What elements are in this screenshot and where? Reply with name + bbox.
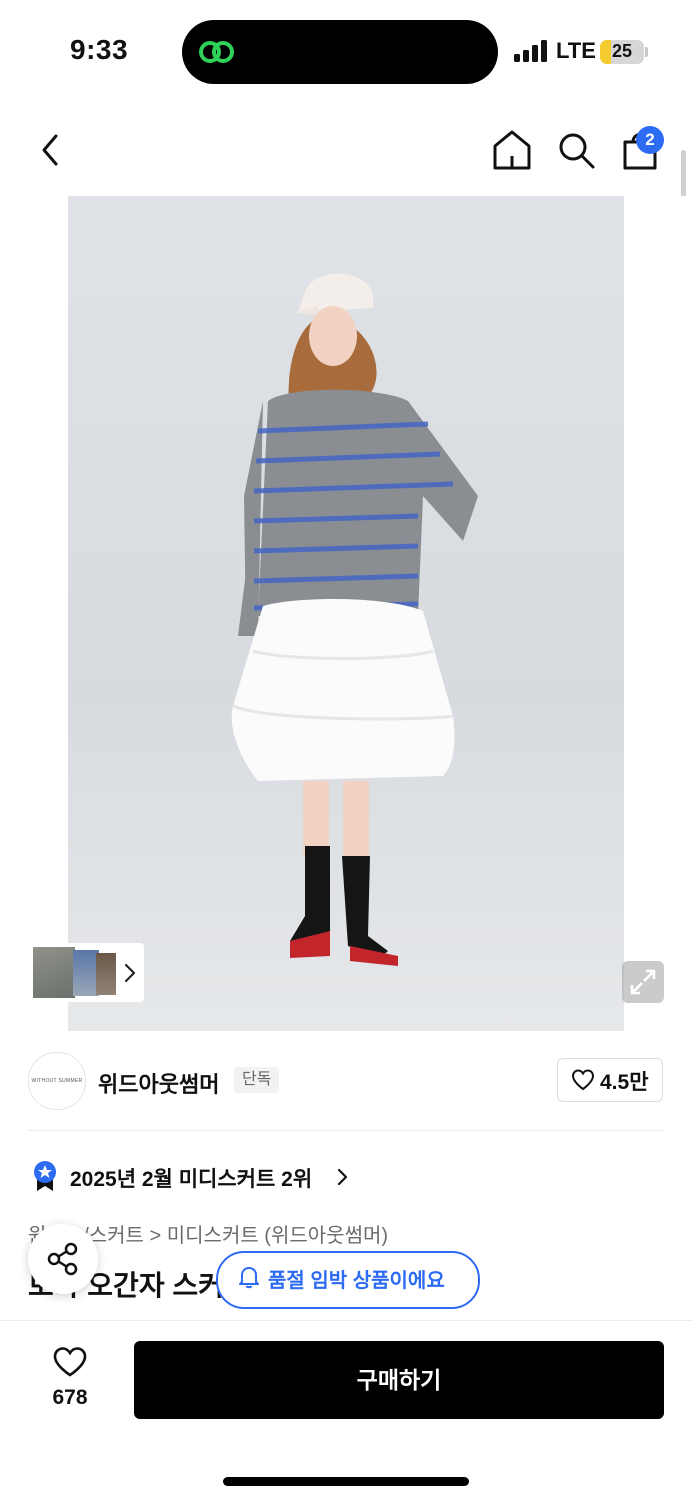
star-badge-icon [34, 1161, 56, 1191]
buy-button[interactable]: 구매하기 [134, 1341, 664, 1419]
cart-count-badge: 2 [636, 126, 664, 154]
brand-name[interactable]: 위드아웃썸머 [98, 1067, 219, 1099]
divider [28, 1130, 664, 1131]
product-image[interactable] [68, 196, 624, 1031]
chevron-right-icon[interactable] [336, 1168, 348, 1186]
battery-percent: 25 [611, 41, 633, 61]
link-icon [199, 41, 234, 63]
back-icon[interactable] [34, 130, 68, 170]
network-type: LTE [556, 38, 596, 63]
gallery-thumbnail-1[interactable] [33, 947, 75, 998]
battery-nub [645, 47, 648, 57]
signal-icon [514, 40, 547, 62]
search-icon[interactable] [556, 130, 596, 170]
expand-image-button[interactable] [622, 961, 664, 1003]
home-icon[interactable] [492, 128, 532, 172]
expand-icon [630, 969, 656, 995]
heart-icon [571, 1069, 595, 1091]
heart-icon [53, 1347, 87, 1377]
model-illustration [231, 273, 478, 966]
brand-like-count: 4.5만 [600, 1071, 649, 1094]
status-time: 9:33 [70, 34, 129, 65]
stock-alert-text: 품절 임박 상품이에요 [268, 1270, 445, 1292]
battery-icon: 25 [600, 40, 644, 64]
home-indicator[interactable] [223, 1477, 469, 1486]
chevron-right-icon[interactable] [124, 963, 136, 983]
brand-logo[interactable]: WITHOUT SUMMER [28, 1052, 86, 1110]
share-icon [47, 1242, 78, 1276]
gallery-thumbnail-3[interactable] [96, 953, 116, 995]
exclusive-badge: 단독 [234, 1067, 280, 1093]
bell-icon [239, 1267, 259, 1289]
wishlist-count: 678 [52, 1386, 88, 1409]
ranking-text[interactable]: 2025년 2월 미디스커트 2위 [70, 1163, 312, 1193]
